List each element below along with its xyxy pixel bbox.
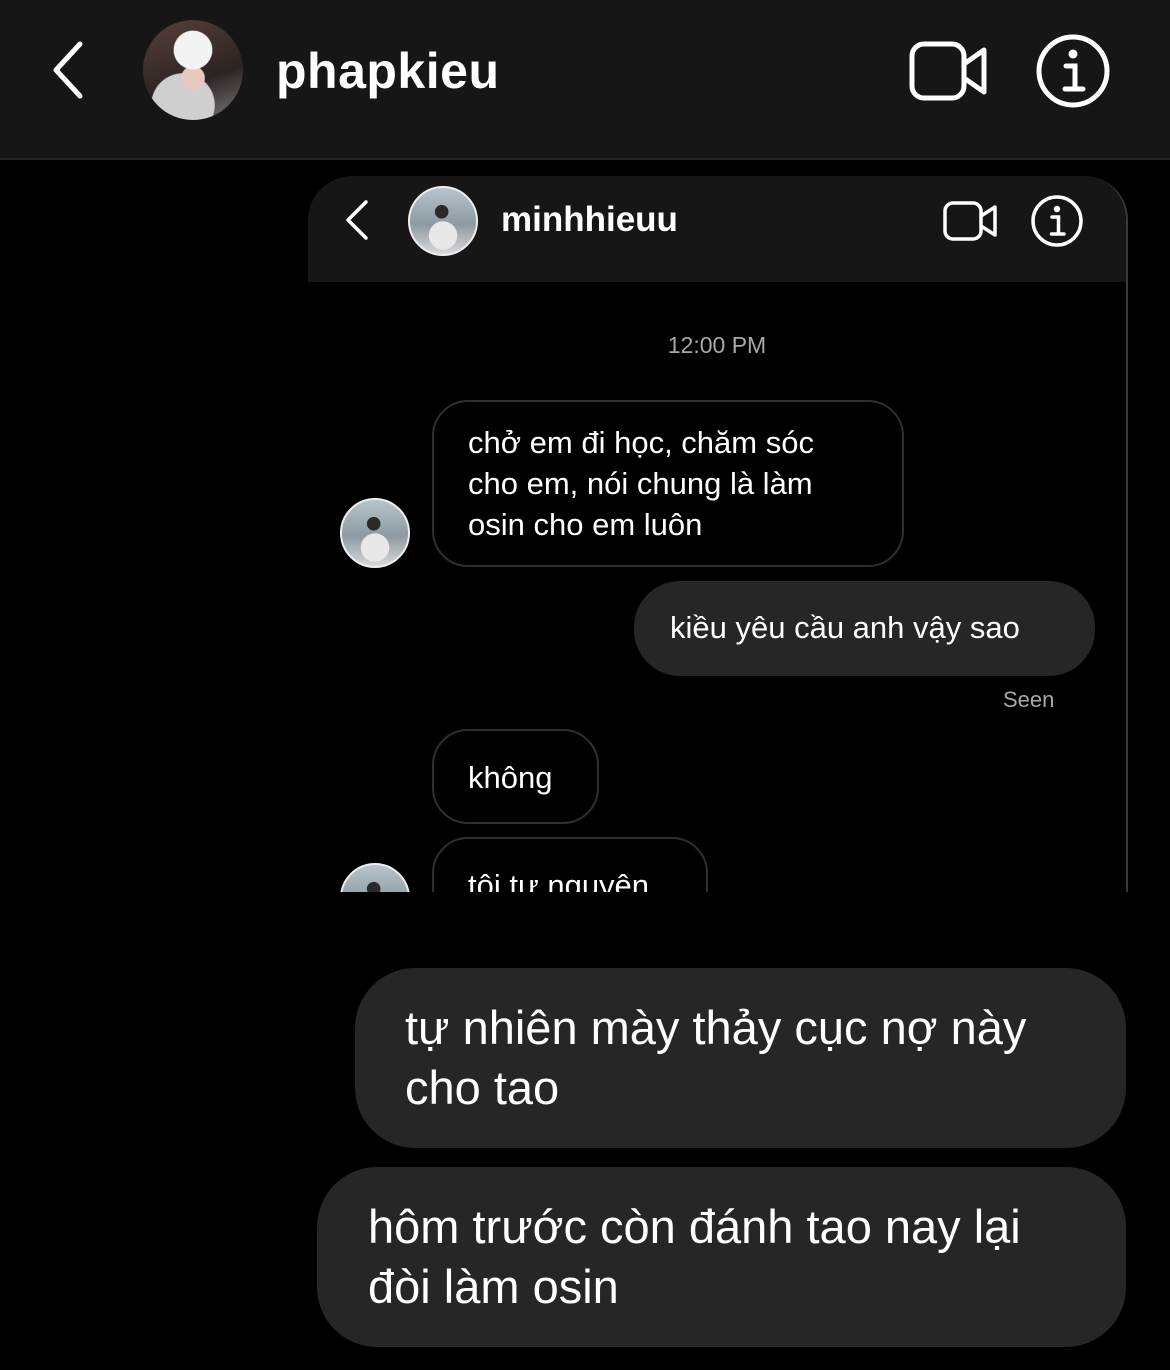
message-text: chở em đi học, chăm sóc cho em, nói chun…	[468, 425, 814, 542]
avatar[interactable]	[143, 20, 243, 120]
shared-screenshot[interactable]: minhhieuu 12:00 PM chở em đi học, chăm s…	[308, 176, 1128, 892]
video-call-button[interactable]	[908, 40, 990, 102]
chevron-left-icon	[53, 41, 83, 99]
screenshot-header: minhhieuu	[308, 176, 1126, 282]
message-text: tôi tự nguyện	[468, 868, 650, 892]
message-bubble-incoming: không	[432, 729, 599, 824]
seen-label: Seen	[1003, 687, 1055, 712]
video-call-icon	[909, 41, 987, 101]
chat-username[interactable]: phapkieu	[276, 42, 499, 100]
info-icon	[1036, 34, 1110, 108]
message-text: hôm trước còn đánh tao nay lại đòi làm o…	[368, 1200, 1021, 1313]
back-button[interactable]	[44, 38, 94, 102]
chat-header: phapkieu	[0, 0, 1170, 160]
sender-avatar	[340, 498, 410, 568]
info-icon	[1031, 195, 1083, 247]
sender-avatar	[340, 863, 410, 892]
video-call-icon	[943, 201, 997, 241]
message-timestamp: 12:00 PM	[667, 332, 767, 358]
info-button[interactable]	[1035, 33, 1111, 109]
message-text: tự nhiên mày thảy cục nợ này cho tao	[405, 1001, 1027, 1114]
message-bubble-incoming: chở em đi học, chăm sóc cho em, nói chun…	[432, 400, 904, 567]
message-bubble-outgoing[interactable]: hôm trước còn đánh tao nay lại đòi làm o…	[317, 1167, 1126, 1347]
message-bubble-incoming: tôi tự nguyện	[432, 837, 708, 892]
chevron-left-icon	[346, 200, 368, 240]
screenshot-username: minhhieuu	[501, 200, 678, 239]
avatar	[408, 186, 478, 256]
message-text: không	[468, 760, 553, 795]
message-text: kiều yêu cầu anh vậy sao	[670, 610, 1020, 645]
message-bubble-outgoing: kiều yêu cầu anh vậy sao	[634, 581, 1095, 676]
message-bubble-outgoing[interactable]: tự nhiên mày thảy cục nợ này cho tao	[355, 968, 1126, 1148]
